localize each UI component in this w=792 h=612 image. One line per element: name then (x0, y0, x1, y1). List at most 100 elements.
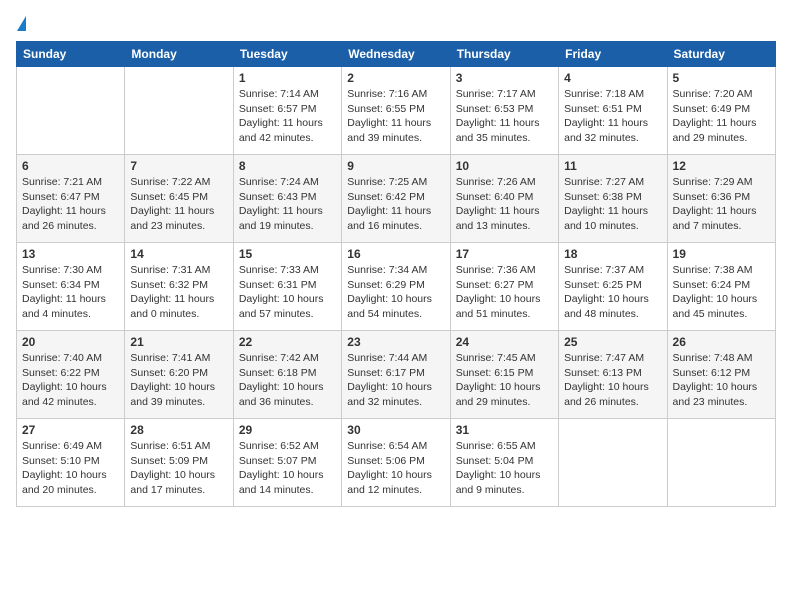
calendar-cell: 30 Sunrise: 6:54 AM Sunset: 5:06 PM Dayli… (342, 419, 450, 507)
day-info: Sunrise: 7:41 AM Sunset: 6:20 PM Dayligh… (130, 351, 227, 410)
day-info: Sunrise: 7:45 AM Sunset: 6:15 PM Dayligh… (456, 351, 553, 410)
day-info: Sunrise: 7:22 AM Sunset: 6:45 PM Dayligh… (130, 175, 227, 234)
calendar-cell: 3Sunrise: 7:17 AM Sunset: 6:53 PM Daylig… (450, 67, 558, 155)
day-number: 20 (22, 335, 119, 349)
day-number: 15 (239, 247, 336, 261)
calendar-cell: 31 Sunrise: 6:55 AM Sunset: 5:04 PM Dayli… (450, 419, 558, 507)
day-info: Sunrise: 6:55 AM Sunset: 5:04 PM Dayligh… (456, 439, 553, 498)
calendar-cell: 25 Sunrise: 7:47 AM Sunset: 6:13 PM Dayli… (559, 331, 667, 419)
weekday-header-monday: Monday (125, 42, 233, 67)
day-number: 13 (22, 247, 119, 261)
calendar-cell: 12 Sunrise: 7:29 AM Sunset: 6:36 PM Dayli… (667, 155, 775, 243)
calendar-cell: 5 Sunrise: 7:20 AM Sunset: 6:49 PM Daylig… (667, 67, 775, 155)
weekday-header-thursday: Thursday (450, 42, 558, 67)
calendar-cell: 22 Sunrise: 7:42 AM Sunset: 6:18 PM Dayli… (233, 331, 341, 419)
week-row-3: 13 Sunrise: 7:30 AM Sunset: 6:34 PM Dayli… (17, 243, 776, 331)
calendar-cell: 19 Sunrise: 7:38 AM Sunset: 6:24 PM Dayli… (667, 243, 775, 331)
week-row-4: 20 Sunrise: 7:40 AM Sunset: 6:22 PM Dayli… (17, 331, 776, 419)
calendar-cell: 2 Sunrise: 7:16 AM Sunset: 6:55 PM Daylig… (342, 67, 450, 155)
day-info: Sunrise: 7:18 AM Sunset: 6:51 PM Dayligh… (564, 87, 661, 146)
calendar-cell: 20 Sunrise: 7:40 AM Sunset: 6:22 PM Dayli… (17, 331, 125, 419)
day-info: Sunrise: 7:36 AM Sunset: 6:27 PM Dayligh… (456, 263, 553, 322)
day-info: Sunrise: 7:37 AM Sunset: 6:25 PM Dayligh… (564, 263, 661, 322)
calendar-cell: 9 Sunrise: 7:25 AM Sunset: 6:42 PM Daylig… (342, 155, 450, 243)
calendar-cell: 10 Sunrise: 7:26 AM Sunset: 6:40 PM Dayli… (450, 155, 558, 243)
calendar-cell (125, 67, 233, 155)
day-number: 21 (130, 335, 227, 349)
calendar-cell (667, 419, 775, 507)
calendar-cell: 14 Sunrise: 7:31 AM Sunset: 6:32 PM Dayli… (125, 243, 233, 331)
logo-triangle-icon (17, 16, 26, 31)
logo (16, 16, 26, 31)
day-number: 30 (347, 423, 444, 437)
calendar-cell: 1 Sunrise: 7:14 AM Sunset: 6:57 PM Daylig… (233, 67, 341, 155)
day-number: 10 (456, 159, 553, 173)
day-number: 5 (673, 71, 770, 85)
day-info: Sunrise: 7:29 AM Sunset: 6:36 PM Dayligh… (673, 175, 770, 234)
day-number: 6 (22, 159, 119, 173)
calendar-cell: 18 Sunrise: 7:37 AM Sunset: 6:25 PM Dayli… (559, 243, 667, 331)
day-number: 12 (673, 159, 770, 173)
day-number: 8 (239, 159, 336, 173)
day-info: Sunrise: 7:16 AM Sunset: 6:55 PM Dayligh… (347, 87, 444, 146)
day-number: 26 (673, 335, 770, 349)
day-info: Sunrise: 7:31 AM Sunset: 6:32 PM Dayligh… (130, 263, 227, 322)
day-number: 16 (347, 247, 444, 261)
calendar-cell: 15 Sunrise: 7:33 AM Sunset: 6:31 PM Dayli… (233, 243, 341, 331)
page-header (16, 16, 776, 31)
day-info: Sunrise: 7:38 AM Sunset: 6:24 PM Dayligh… (673, 263, 770, 322)
calendar-cell (559, 419, 667, 507)
day-info: Sunrise: 6:49 AM Sunset: 5:10 PM Dayligh… (22, 439, 119, 498)
calendar-cell: 13 Sunrise: 7:30 AM Sunset: 6:34 PM Dayli… (17, 243, 125, 331)
weekday-header-wednesday: Wednesday (342, 42, 450, 67)
day-number: 29 (239, 423, 336, 437)
calendar-cell: 11Sunrise: 7:27 AM Sunset: 6:38 PM Dayli… (559, 155, 667, 243)
week-row-2: 6Sunrise: 7:21 AM Sunset: 6:47 PM Daylig… (17, 155, 776, 243)
day-number: 19 (673, 247, 770, 261)
day-info: Sunrise: 7:30 AM Sunset: 6:34 PM Dayligh… (22, 263, 119, 322)
calendar-cell: 27 Sunrise: 6:49 AM Sunset: 5:10 PM Dayli… (17, 419, 125, 507)
day-info: Sunrise: 7:42 AM Sunset: 6:18 PM Dayligh… (239, 351, 336, 410)
calendar-cell: 6Sunrise: 7:21 AM Sunset: 6:47 PM Daylig… (17, 155, 125, 243)
calendar-cell: 28 Sunrise: 6:51 AM Sunset: 5:09 PM Dayli… (125, 419, 233, 507)
day-number: 27 (22, 423, 119, 437)
calendar-cell: 23Sunrise: 7:44 AM Sunset: 6:17 PM Dayli… (342, 331, 450, 419)
weekday-header-sunday: Sunday (17, 42, 125, 67)
week-row-1: 1 Sunrise: 7:14 AM Sunset: 6:57 PM Daylig… (17, 67, 776, 155)
day-number: 9 (347, 159, 444, 173)
day-info: Sunrise: 7:40 AM Sunset: 6:22 PM Dayligh… (22, 351, 119, 410)
day-number: 25 (564, 335, 661, 349)
day-number: 14 (130, 247, 227, 261)
day-info: Sunrise: 7:20 AM Sunset: 6:49 PM Dayligh… (673, 87, 770, 146)
weekday-header-row: SundayMondayTuesdayWednesdayThursdayFrid… (17, 42, 776, 67)
day-number: 4 (564, 71, 661, 85)
day-number: 24 (456, 335, 553, 349)
calendar-cell: 16 Sunrise: 7:34 AM Sunset: 6:29 PM Dayli… (342, 243, 450, 331)
day-number: 22 (239, 335, 336, 349)
day-number: 2 (347, 71, 444, 85)
day-info: Sunrise: 7:34 AM Sunset: 6:29 PM Dayligh… (347, 263, 444, 322)
day-info: Sunrise: 7:25 AM Sunset: 6:42 PM Dayligh… (347, 175, 444, 234)
day-number: 3 (456, 71, 553, 85)
day-number: 18 (564, 247, 661, 261)
calendar-cell: 24 Sunrise: 7:45 AM Sunset: 6:15 PM Dayli… (450, 331, 558, 419)
day-info: Sunrise: 7:26 AM Sunset: 6:40 PM Dayligh… (456, 175, 553, 234)
calendar-cell: 7Sunrise: 7:22 AM Sunset: 6:45 PM Daylig… (125, 155, 233, 243)
day-info: Sunrise: 6:54 AM Sunset: 5:06 PM Dayligh… (347, 439, 444, 498)
weekday-header-friday: Friday (559, 42, 667, 67)
day-number: 31 (456, 423, 553, 437)
day-info: Sunrise: 7:33 AM Sunset: 6:31 PM Dayligh… (239, 263, 336, 322)
calendar-cell: 4 Sunrise: 7:18 AM Sunset: 6:51 PM Daylig… (559, 67, 667, 155)
day-number: 28 (130, 423, 227, 437)
day-info: Sunrise: 6:51 AM Sunset: 5:09 PM Dayligh… (130, 439, 227, 498)
day-number: 11 (564, 159, 661, 173)
calendar-cell: 29Sunrise: 6:52 AM Sunset: 5:07 PM Dayli… (233, 419, 341, 507)
calendar-cell: 8Sunrise: 7:24 AM Sunset: 6:43 PM Daylig… (233, 155, 341, 243)
day-number: 1 (239, 71, 336, 85)
calendar-cell: 17Sunrise: 7:36 AM Sunset: 6:27 PM Dayli… (450, 243, 558, 331)
calendar-cell: 21 Sunrise: 7:41 AM Sunset: 6:20 PM Dayli… (125, 331, 233, 419)
calendar-cell (17, 67, 125, 155)
day-info: Sunrise: 7:47 AM Sunset: 6:13 PM Dayligh… (564, 351, 661, 410)
day-info: Sunrise: 7:14 AM Sunset: 6:57 PM Dayligh… (239, 87, 336, 146)
calendar-cell: 26Sunrise: 7:48 AM Sunset: 6:12 PM Dayli… (667, 331, 775, 419)
